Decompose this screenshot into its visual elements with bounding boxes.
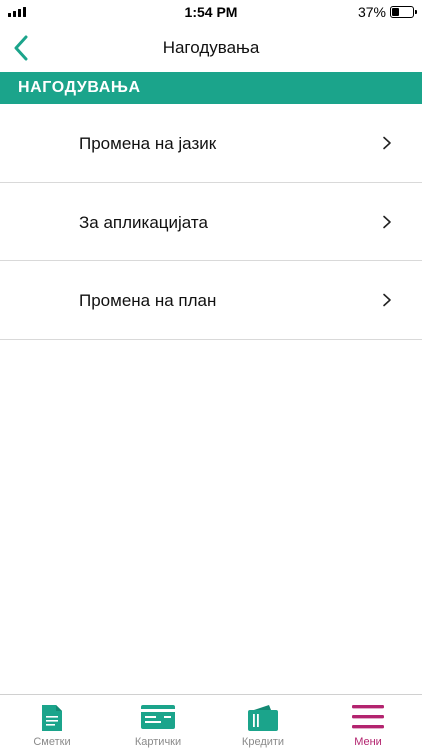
battery-status: 37% (357, 4, 417, 20)
tab-bar: Сметки Картички Кредити Мени (0, 694, 422, 750)
status-bar: 1:54 PM 37% (0, 0, 422, 24)
chevron-right-icon (383, 293, 391, 307)
navigation-bar: Нагодувања (0, 24, 422, 72)
section-title: НАГОДУВАЊА (18, 79, 141, 96)
menu-icon (352, 705, 384, 729)
wallet-icon (248, 705, 278, 731)
tab-cards[interactable]: Картички (118, 695, 198, 750)
menu-item-label: Промена на јазик (79, 134, 217, 153)
card-icon (141, 705, 175, 729)
chevron-right-icon (383, 215, 391, 228)
battery-icon (390, 6, 417, 18)
menu-item-label: Промена на план (79, 291, 217, 310)
tab-menu[interactable]: Мени (328, 695, 408, 750)
menu-item-change-plan[interactable]: Промена на план (0, 261, 422, 340)
tab-loans[interactable]: Кредити (223, 695, 303, 750)
menu-item-change-language[interactable]: Промена на јазик (0, 104, 422, 183)
tab-label: Мени (354, 736, 382, 748)
document-icon (42, 705, 62, 731)
tab-label: Кредити (241, 736, 285, 748)
battery-percentage: 37% (357, 4, 386, 20)
tab-label: Сметки (33, 736, 71, 748)
menu-item-about-app[interactable]: За апликацијата (0, 183, 422, 261)
settings-list: Промена на јазик За апликацијата Промена… (0, 104, 422, 340)
tab-label: Картички (134, 736, 182, 748)
menu-item-label: За апликацијата (79, 212, 208, 232)
section-header: НАГОДУВАЊА (0, 72, 422, 104)
chevron-right-icon (383, 136, 391, 150)
page-title: Нагодувања (162, 38, 260, 57)
tab-accounts[interactable]: Сметки (12, 695, 92, 750)
